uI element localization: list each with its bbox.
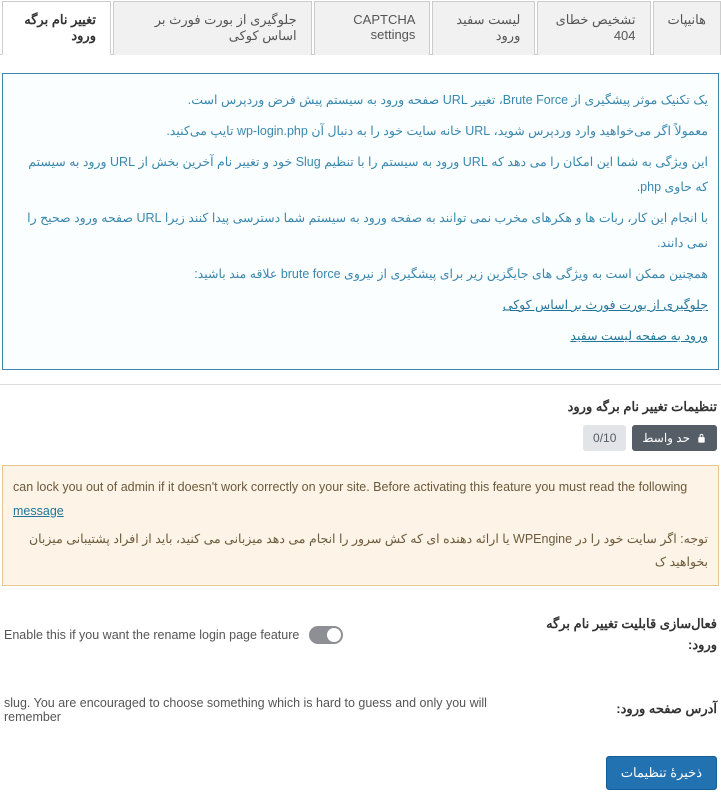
- section-title: تنظیمات تغییر نام برگه ورود: [0, 385, 721, 425]
- warning-box: can lock you out of admin if it doesn't …: [2, 465, 719, 586]
- info-text-1: یک تکنیک موثر پیشگیری از Brute Force، تغ…: [13, 88, 708, 113]
- tab-cookie-bruteforce[interactable]: جلوگیری از بورت فورث بر اساس کوکی: [113, 1, 312, 55]
- badge-row: حد واسط 0/10: [0, 425, 721, 465]
- info-box: یک تکنیک موثر پیشگیری از Brute Force، تغ…: [2, 73, 719, 370]
- level-badge: حد واسط: [632, 425, 717, 451]
- login-url-label: آدرس صفحه ورود:: [537, 699, 717, 720]
- tab-honeypot[interactable]: هانیپات: [653, 1, 721, 55]
- level-badge-label: حد واسط: [642, 431, 690, 445]
- info-link-cookie[interactable]: جلوگیری از بورت فورث بر اساس کوکی: [503, 298, 708, 312]
- warning-fa-text: توجه: اگر سایت خود را در WPEngine یا ارا…: [29, 532, 708, 570]
- info-link-whitelist[interactable]: ورود به صفحه لیست سفید: [570, 329, 708, 343]
- tabs-bar: تغییر نام برگه ورود جلوگیری از بورت فورث…: [0, 0, 721, 55]
- tab-404-detection[interactable]: تشخیص خطای 404: [537, 1, 650, 55]
- info-text-2: معمولاً اگر می‌خواهید وارد وردپرس شوید، …: [13, 119, 708, 144]
- enable-feature-desc: Enable this if you want the rename login…: [4, 628, 299, 642]
- login-url-desc: slug. You are encouraged to choose somet…: [4, 696, 537, 724]
- warning-en-text: can lock you out of admin if it doesn't …: [13, 480, 687, 494]
- level-ratio: 0/10: [583, 425, 626, 451]
- tab-rename-login[interactable]: تغییر نام برگه ورود: [2, 1, 111, 55]
- info-text-4: با انجام این کار، ربات ها و هکرهای مخرب …: [13, 206, 708, 256]
- info-text-3: این ویژگی به شما این امکان را می دهد که …: [13, 150, 708, 200]
- save-button[interactable]: ذخیرهٔ تنظیمات: [606, 756, 717, 790]
- lock-icon: [696, 433, 707, 444]
- settings-form: فعال‌سازی قابلیت تغییر نام برگه ورود: En…: [0, 594, 721, 744]
- info-text-5: همچنین ممکن است به ویژگی های جایگزین زیر…: [13, 262, 708, 287]
- tab-login-whitelist[interactable]: لیست سفید ورود: [432, 1, 535, 55]
- warning-message-link[interactable]: message: [13, 504, 64, 518]
- enable-feature-toggle[interactable]: [309, 626, 343, 644]
- tab-captcha[interactable]: CAPTCHA settings: [314, 1, 431, 55]
- enable-feature-label: فعال‌سازی قابلیت تغییر نام برگه ورود:: [537, 614, 717, 656]
